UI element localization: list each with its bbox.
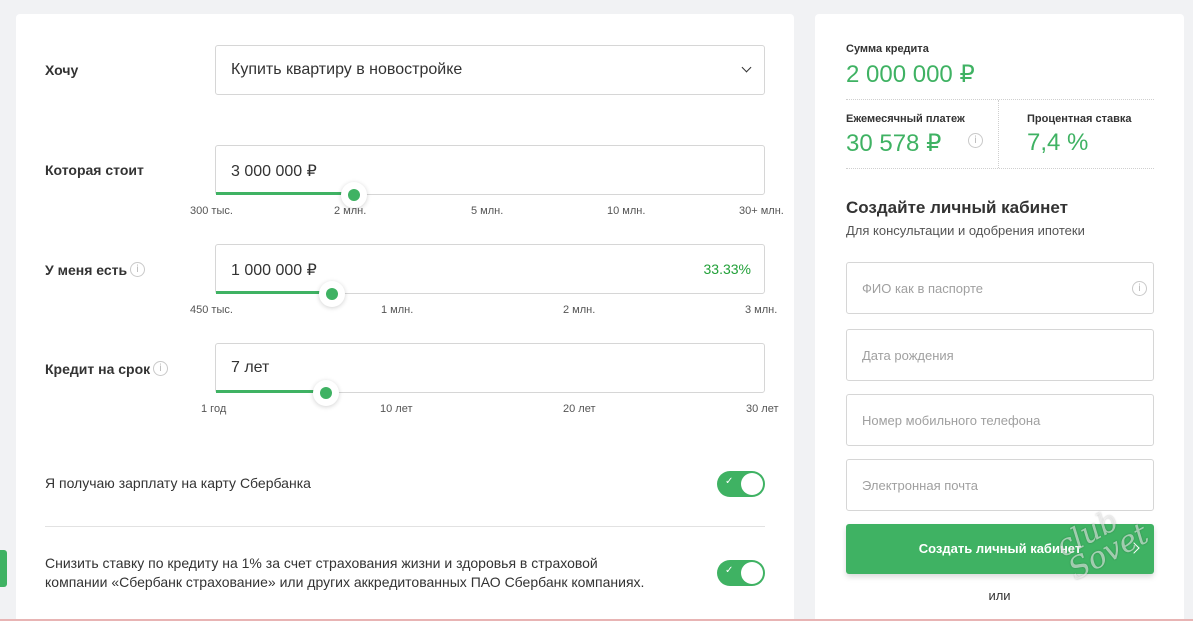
info-icon[interactable]: i: [1132, 281, 1147, 296]
price-tick: 5 млн.: [471, 205, 504, 217]
info-icon[interactable]: i: [968, 133, 983, 148]
toggle-knob: [741, 562, 763, 584]
monthly-value: 30 578 ₽: [846, 130, 942, 157]
own-label: У меня есть: [45, 262, 128, 278]
want-select[interactable]: Купить квартиру в новостройке: [215, 45, 765, 95]
own-tick: 1 млн.: [381, 304, 414, 316]
rate-value: 7,4 %: [1027, 129, 1089, 156]
price-tick: 300 тыс.: [190, 205, 233, 217]
price-tick: 30+ млн.: [739, 205, 784, 217]
own-tick: 450 тыс.: [190, 304, 233, 316]
term-value: 7 лет: [231, 359, 270, 376]
want-value: Купить квартиру в новостройке: [231, 61, 463, 78]
own-tick: 3 млн.: [745, 304, 778, 316]
price-field[interactable]: 3 000 000 ₽: [215, 145, 765, 208]
own-percent: 33.33%: [703, 261, 751, 277]
calculator-panel: Хочу Купить квартиру в новостройке Котор…: [16, 14, 794, 621]
term-label: Кредит на срок: [45, 361, 151, 377]
want-label: Хочу: [45, 62, 79, 78]
birth-date-input[interactable]: [846, 329, 1154, 381]
insurance-text-line-2: компании «Сбербанк страхование» или друг…: [45, 574, 645, 590]
loan-amount-value: 2 000 000 ₽: [846, 61, 975, 88]
term-tick: 1 год: [201, 403, 227, 415]
term-slider-thumb[interactable]: [313, 380, 339, 406]
term-tick: 20 лет: [563, 403, 596, 415]
divider: [998, 100, 999, 168]
own-slider-fill: [216, 291, 332, 294]
insurance-text-line-1: Снизить ставку по кредиту на 1% за счет …: [45, 555, 598, 571]
price-slider-fill: [216, 192, 354, 195]
full-name-input[interactable]: [846, 262, 1154, 314]
insurance-toggle[interactable]: ✓: [717, 560, 765, 586]
divider: [846, 168, 1154, 169]
toggle-knob: [741, 473, 763, 495]
own-value: 1 000 000 ₽: [231, 262, 317, 279]
signup-title: Создайте личный кабинет: [846, 198, 1068, 217]
loan-amount-label: Сумма кредита: [846, 43, 929, 55]
term-tick: 30 лет: [746, 403, 779, 415]
price-tick: 2 млн.: [334, 205, 367, 217]
price-value: 3 000 000 ₽: [231, 163, 317, 180]
salary-text: Я получаю зарплату на карту Сбербанка: [45, 475, 311, 491]
side-tab[interactable]: [0, 550, 7, 587]
term-tick: 10 лет: [380, 403, 413, 415]
own-tick: 2 млн.: [563, 304, 596, 316]
chevron-down-icon: [741, 62, 752, 73]
check-icon: ✓: [725, 565, 734, 576]
own-field[interactable]: 1 000 000 ₽ 33.33%: [215, 244, 765, 307]
divider: [45, 526, 765, 527]
term-slider-fill: [216, 390, 326, 393]
divider: [846, 99, 1154, 100]
term-field[interactable]: 7 лет: [215, 343, 765, 406]
signup-subtitle: Для консультации и одобрения ипотеки: [846, 223, 1085, 238]
or-text: или: [988, 588, 1011, 603]
info-icon[interactable]: i: [153, 361, 168, 376]
check-icon: ✓: [725, 476, 734, 487]
salary-toggle[interactable]: ✓: [717, 471, 765, 497]
info-icon[interactable]: i: [130, 262, 145, 277]
own-slider-thumb[interactable]: [318, 281, 345, 307]
rate-label: Процентная ставка: [1027, 113, 1132, 125]
monthly-label: Ежемесячный платеж: [846, 113, 965, 125]
price-tick: 10 млн.: [607, 205, 646, 217]
phone-input[interactable]: [846, 394, 1154, 446]
price-label: Которая стоит: [45, 162, 144, 178]
